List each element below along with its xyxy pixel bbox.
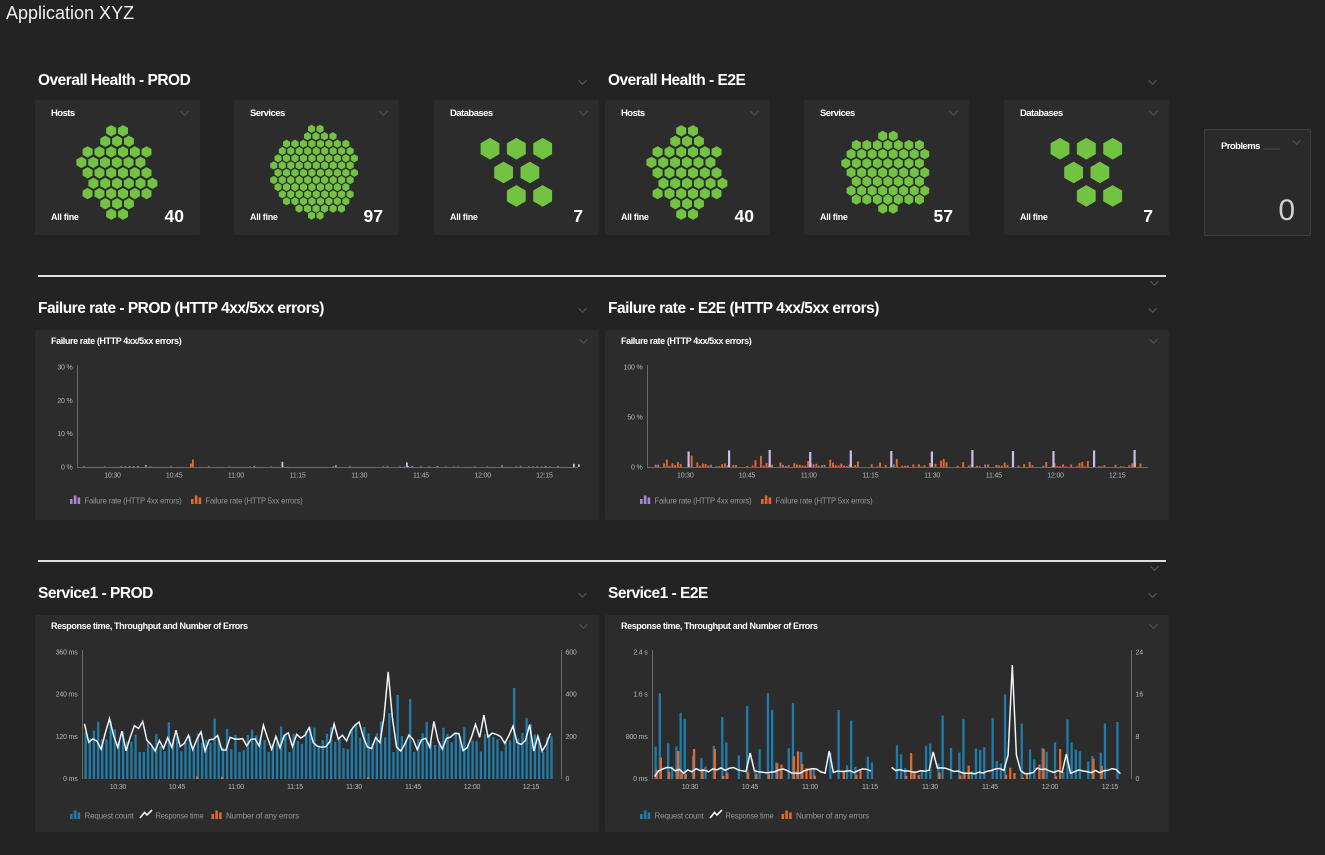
- svg-text:12:00: 12:00: [1042, 784, 1059, 791]
- svg-text:12:00: 12:00: [474, 473, 491, 480]
- svg-text:11:15: 11:15: [862, 784, 878, 791]
- svg-text:11:45: 11:45: [982, 784, 998, 791]
- svg-text:Failure rate (HTTP 4xx errors): Failure rate (HTTP 4xx errors): [85, 496, 182, 506]
- svg-text:11:00: 11:00: [801, 473, 817, 480]
- svg-text:0 %: 0 %: [631, 465, 642, 472]
- svg-text:11:45: 11:45: [986, 473, 1002, 480]
- svg-text:100 %: 100 %: [624, 365, 643, 372]
- svg-text:10:45: 10:45: [742, 784, 759, 791]
- svg-text:16: 16: [1136, 692, 1144, 699]
- svg-text:Request count: Request count: [655, 811, 705, 821]
- svg-text:11:30: 11:30: [924, 473, 940, 480]
- svg-text:11:00: 11:00: [228, 473, 244, 480]
- svg-text:12:15: 12:15: [523, 784, 540, 791]
- svg-text:120 ms: 120 ms: [56, 734, 78, 741]
- svg-text:11:00: 11:00: [802, 784, 818, 791]
- svg-text:800 ms: 800 ms: [626, 734, 648, 741]
- svg-text:Response time: Response time: [726, 811, 774, 821]
- svg-text:12:00: 12:00: [464, 784, 481, 791]
- svg-text:24: 24: [1136, 650, 1144, 657]
- svg-text:11:00: 11:00: [228, 784, 244, 791]
- svg-text:12:15: 12:15: [536, 473, 553, 480]
- svg-text:0: 0: [566, 776, 570, 783]
- svg-text:400: 400: [566, 692, 577, 699]
- svg-text:11:30: 11:30: [346, 784, 362, 791]
- svg-text:12:00: 12:00: [1047, 473, 1064, 480]
- svg-text:0 ms: 0 ms: [633, 776, 648, 783]
- svg-text:11:30: 11:30: [351, 473, 367, 480]
- svg-text:Number of any errors: Number of any errors: [796, 811, 869, 821]
- svg-text:10:45: 10:45: [166, 473, 183, 480]
- svg-text:11:15: 11:15: [287, 784, 303, 791]
- svg-text:8: 8: [1136, 734, 1140, 741]
- svg-text:10:45: 10:45: [739, 473, 756, 480]
- svg-text:Request count: Request count: [85, 811, 135, 821]
- svg-text:10:30: 10:30: [677, 473, 694, 480]
- svg-text:30 %: 30 %: [57, 365, 72, 372]
- svg-text:11:15: 11:15: [290, 473, 306, 480]
- svg-text:0 %: 0 %: [61, 465, 72, 472]
- svg-text:200: 200: [566, 734, 577, 741]
- svg-text:11:45: 11:45: [405, 784, 421, 791]
- svg-text:Failure rate (HTTP 5xx errors): Failure rate (HTTP 5xx errors): [206, 496, 303, 506]
- svg-text:Response time: Response time: [156, 811, 204, 821]
- svg-text:11:45: 11:45: [413, 473, 429, 480]
- svg-text:1.6 s: 1.6 s: [633, 692, 648, 699]
- svg-text:2.4 s: 2.4 s: [633, 650, 648, 657]
- svg-text:10 %: 10 %: [57, 431, 72, 438]
- svg-text:10:30: 10:30: [682, 784, 699, 791]
- svg-text:600: 600: [566, 650, 577, 657]
- svg-text:10:30: 10:30: [104, 473, 121, 480]
- svg-text:0: 0: [1136, 776, 1140, 783]
- svg-text:10:45: 10:45: [169, 784, 186, 791]
- svg-text:11:15: 11:15: [862, 473, 878, 480]
- svg-text:Number of any errors: Number of any errors: [226, 811, 299, 821]
- svg-text:240 ms: 240 ms: [56, 692, 78, 699]
- svg-text:11:30: 11:30: [922, 784, 938, 791]
- svg-text:0 ms: 0 ms: [63, 776, 78, 783]
- svg-text:12:15: 12:15: [1102, 784, 1119, 791]
- svg-text:20 %: 20 %: [57, 398, 72, 405]
- svg-text:10:30: 10:30: [110, 784, 127, 791]
- svg-text:Failure rate (HTTP 5xx errors): Failure rate (HTTP 5xx errors): [776, 496, 873, 506]
- svg-text:50 %: 50 %: [627, 415, 642, 422]
- svg-text:Failure rate (HTTP 4xx errors): Failure rate (HTTP 4xx errors): [655, 496, 752, 506]
- svg-text:360 ms: 360 ms: [56, 650, 78, 657]
- svg-text:12:15: 12:15: [1109, 473, 1126, 480]
